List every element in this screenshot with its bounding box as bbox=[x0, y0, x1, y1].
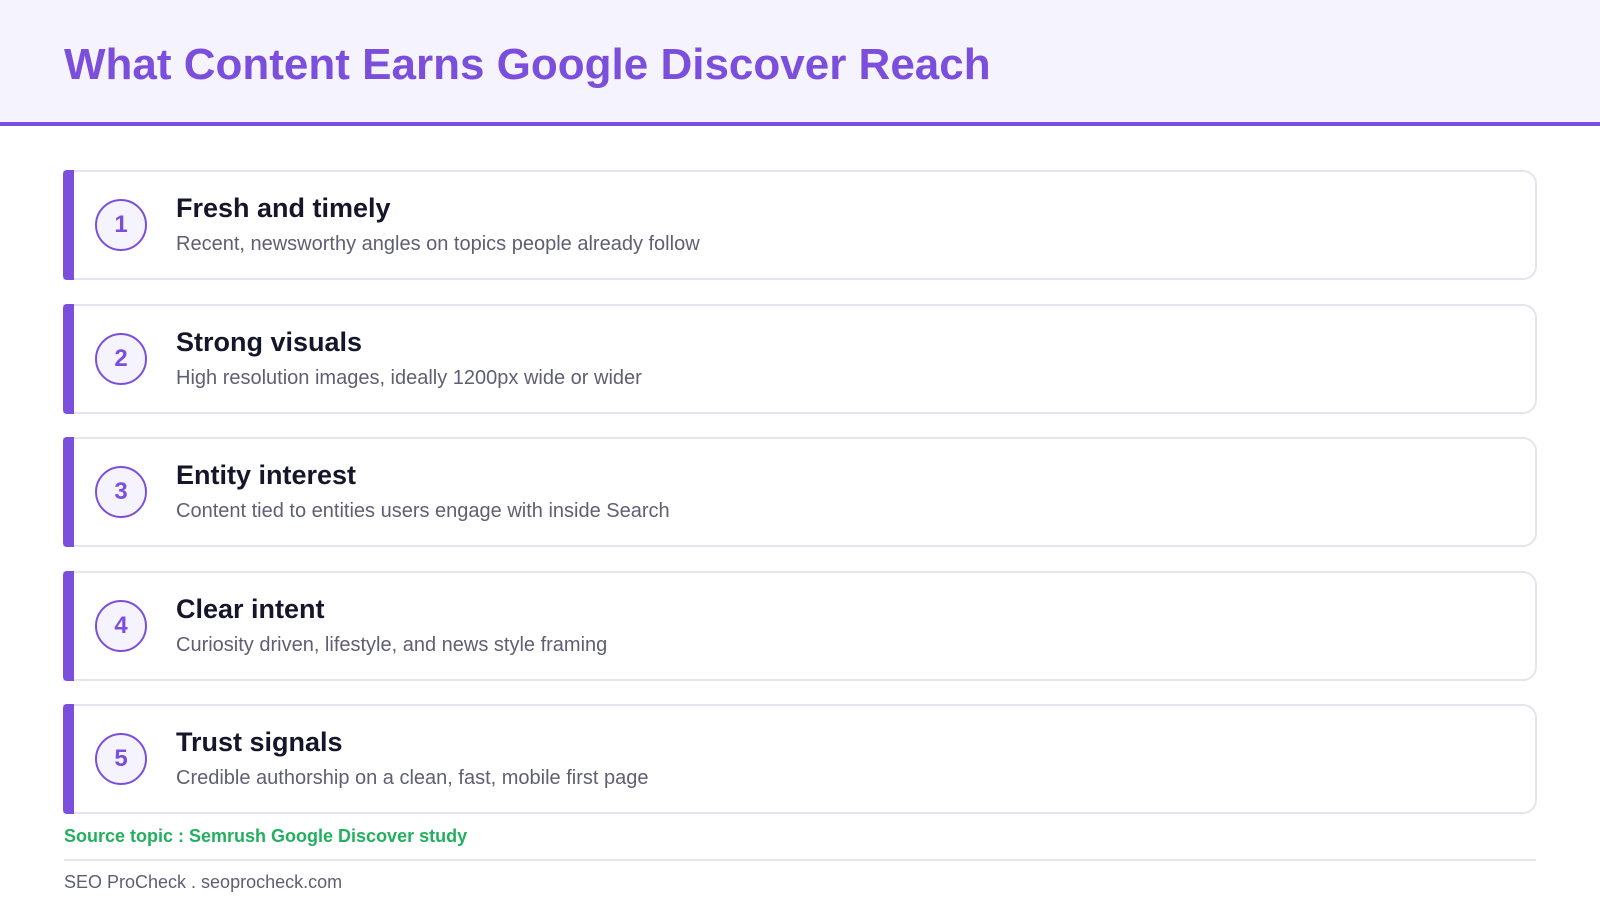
item-description: Credible authorship on a clean, fast, mo… bbox=[176, 767, 649, 789]
number-badge: 4 bbox=[95, 599, 147, 652]
number-badge: 1 bbox=[95, 199, 147, 251]
accent-bar bbox=[63, 303, 74, 414]
item-description: Content tied to entities users engage wi… bbox=[176, 500, 670, 522]
item-description: Recent, newsworthy angles on topics peop… bbox=[176, 233, 700, 255]
list-item: 4 Clear intent Curiosity driven, lifesty… bbox=[63, 570, 1537, 681]
item-description: High resolution images, ideally 1200px w… bbox=[176, 366, 642, 389]
footer-credit: SEO ProCheck . seoprocheck.com bbox=[64, 872, 343, 892]
item-title: Entity interest bbox=[176, 460, 357, 490]
accent-bar bbox=[63, 170, 74, 280]
accent-bar bbox=[63, 570, 74, 681]
number-badge: 5 bbox=[95, 733, 147, 785]
item-title: Trust signals bbox=[176, 727, 343, 757]
page-title: What Content Earns Google Discover Reach bbox=[64, 40, 991, 89]
header: What Content Earns Google Discover Reach bbox=[0, 0, 1600, 126]
number-badge: 2 bbox=[95, 332, 147, 385]
item-title: Strong visuals bbox=[176, 326, 363, 357]
list-item: 2 Strong visuals High resolution images,… bbox=[63, 303, 1537, 414]
footer-divider bbox=[64, 859, 1536, 861]
item-description: Curiosity driven, lifestyle, and news st… bbox=[176, 633, 608, 656]
number-badge: 3 bbox=[95, 466, 147, 518]
accent-bar bbox=[63, 704, 74, 814]
item-list: 1 Fresh and timely Recent, newsworthy an… bbox=[63, 170, 1537, 838]
list-item: 3 Entity interest Content tied to entiti… bbox=[63, 437, 1537, 547]
item-title: Clear intent bbox=[176, 593, 325, 624]
item-title: Fresh and timely bbox=[176, 193, 391, 223]
accent-bar bbox=[63, 437, 74, 547]
list-item: 5 Trust signals Credible authorship on a… bbox=[63, 704, 1537, 814]
list-item: 1 Fresh and timely Recent, newsworthy an… bbox=[63, 170, 1537, 280]
source-note: Source topic : Semrush Google Discover s… bbox=[64, 826, 468, 846]
